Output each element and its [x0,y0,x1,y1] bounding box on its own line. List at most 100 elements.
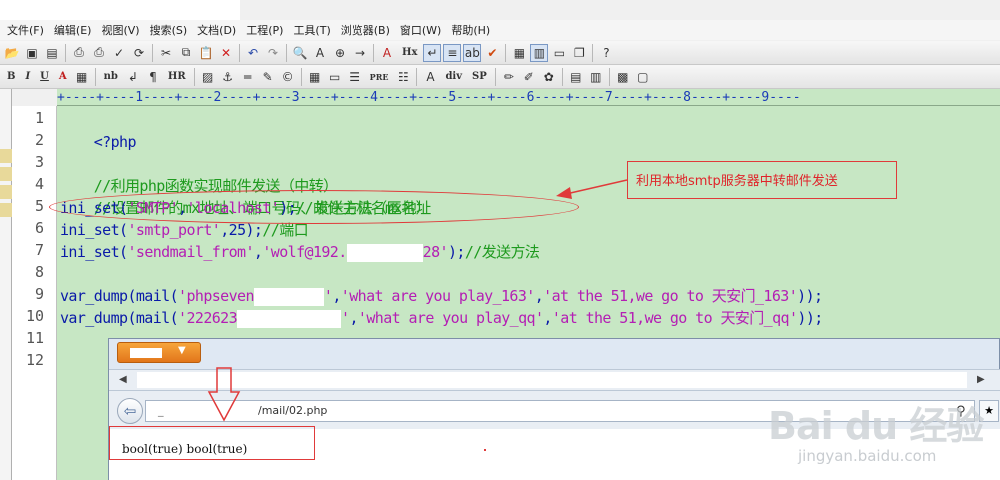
file-tree-panel[interactable] [0,89,12,480]
pencil-icon[interactable]: ✏ [500,68,518,86]
url-bar[interactable]: _ /mail/02.php ⚲ [145,400,975,422]
string-literal: 28' [422,243,449,261]
tab-scroll-right-icon[interactable]: ▶ [977,374,985,385]
spell-abc-icon[interactable]: ab [463,43,482,62]
preview-icon[interactable]: ▤ [567,68,585,86]
hr-button[interactable]: HR [164,68,190,86]
column-ruler: +----+----1----+----2----+----3----+----… [57,89,1000,106]
separator [239,43,240,62]
standard-toolbar: 📂 ▣ ▤ ⎙ ⎙ ✓ ⟳ ✂ ⧉ 📋 ✕ ↶ ↷ 🔍 A ⊕ → A Hx ↵… [0,41,1000,65]
menu-file[interactable]: 文件(F) [2,22,49,38]
string-literal: 'at the 51,we go to 天安门_163' [543,287,798,305]
replace-icon[interactable]: A [311,44,329,62]
refresh-icon[interactable]: ⟳ [130,44,148,62]
file-tabs-icon[interactable]: ▥ [530,43,549,62]
string-literal: 'sendmail_from' [127,243,254,261]
help-icon[interactable]: ? [597,44,615,62]
div-button[interactable]: div [441,68,466,86]
open-icon[interactable]: 📂 [3,44,21,62]
menu-tools[interactable]: 工具(T) [288,22,335,38]
line-number: 11 [25,329,44,347]
hex-mode-button[interactable]: Hx [398,44,421,62]
form-icon[interactable]: ▭ [326,68,344,86]
image-icon[interactable]: ▨ [199,68,217,86]
nbsp-button[interactable]: nb [100,68,122,86]
search-icon[interactable]: ⚲ [956,402,966,422]
text-format-icon[interactable]: A [421,68,439,86]
template-icon[interactable]: ▥ [587,68,605,86]
redo-icon[interactable]: ↷ [264,44,282,62]
paragraph-icon[interactable]: ¶ [144,68,162,86]
print-preview-icon[interactable]: ⎙ [70,44,88,62]
line-number: 10 [25,307,44,325]
menu-search[interactable]: 搜索(S) [145,22,193,38]
firefox-menu-button[interactable]: ▼ [117,342,201,363]
bookmark-button[interactable]: ★ [979,400,999,422]
separator [300,67,302,86]
goto-line-icon[interactable]: → [351,44,369,62]
star-icon: ★ [984,404,994,417]
highlight-icon[interactable]: ✐ [520,68,538,86]
line-number: 4 [34,175,44,193]
code-line-7: ini_set('sendmail_from','wolf@192. 28');/… [60,241,540,263]
code-line-1: <?php [60,109,137,151]
print-icon[interactable]: ⎙ [90,44,108,62]
checkmark-icon[interactable]: ✔ [483,44,501,62]
separator [65,43,66,62]
spellcheck-icon[interactable]: ✓ [110,44,128,62]
folder-icon [0,149,12,163]
output-window-icon[interactable]: ▭ [550,44,568,62]
list-icon[interactable]: ☰ [346,68,364,86]
ordered-list-icon[interactable]: ☷ [394,68,412,86]
color-grid-icon[interactable]: ▦ [73,68,91,86]
word-wrap-icon[interactable]: ↵ [423,43,442,62]
underline-button[interactable]: U [36,68,53,86]
menu-view[interactable]: 视图(V) [96,22,144,38]
line-number-gutter: 1 2 3 4 5 6 7 8 9 10 11 12 [12,106,57,480]
line-number: 2 [34,131,44,149]
annotation-ellipse [49,190,579,224]
span-button[interactable]: SP [468,68,491,86]
edit-icon[interactable]: ✎ [259,68,277,86]
delete-icon[interactable]: ✕ [217,44,235,62]
menu-help[interactable]: 帮助(H) [446,22,495,38]
bold-button[interactable]: B [3,68,19,86]
font-color-button[interactable]: A [55,68,71,86]
menu-window[interactable]: 窗口(W) [395,22,446,38]
menu-document[interactable]: 文档(D) [192,22,241,38]
tab-scroll-left-icon[interactable]: ◀ [119,374,127,385]
find-in-files-icon[interactable]: ⊕ [331,44,349,62]
window-list-icon[interactable]: ▦ [510,44,528,62]
paste-icon[interactable]: 📋 [197,44,215,62]
menu-project[interactable]: 工程(P) [241,22,288,38]
line-numbers-icon[interactable]: ≡ [443,43,462,62]
pre-button[interactable]: PRE [366,68,393,86]
punctuation: )); [797,287,823,305]
menu-browser[interactable]: 浏览器(B) [336,22,395,38]
browser-preview-icon[interactable]: ▩ [614,68,632,86]
folder-icon [0,185,12,199]
horizontal-rule-icon[interactable]: ═ [239,68,257,86]
italic-button[interactable]: I [21,68,34,86]
redacted-block [237,309,342,328]
cascade-icon[interactable]: ❐ [570,44,588,62]
save-all-icon[interactable]: ▤ [43,44,61,62]
find-icon[interactable]: 🔍 [291,44,309,62]
separator [373,43,374,62]
line-number: 8 [34,263,44,281]
comment-text: //发送方法 [464,243,540,261]
copy-icon[interactable]: ⧉ [177,44,195,62]
font-size-icon[interactable]: A [378,44,396,62]
back-button[interactable]: ⇦ [117,398,143,424]
window-icon[interactable]: ▢ [634,68,652,86]
menu-edit[interactable]: 编辑(E) [49,22,97,38]
undo-icon[interactable]: ↶ [244,44,262,62]
cut-icon[interactable]: ✂ [157,44,175,62]
anchor-icon[interactable]: ⚓ [219,68,237,86]
table-icon[interactable]: ▦ [306,68,324,86]
line-break-icon[interactable]: ↲ [124,68,142,86]
copyright-icon[interactable]: © [279,68,297,86]
palette-icon[interactable]: ✿ [540,68,558,86]
save-icon[interactable]: ▣ [23,44,41,62]
separator [494,67,496,86]
